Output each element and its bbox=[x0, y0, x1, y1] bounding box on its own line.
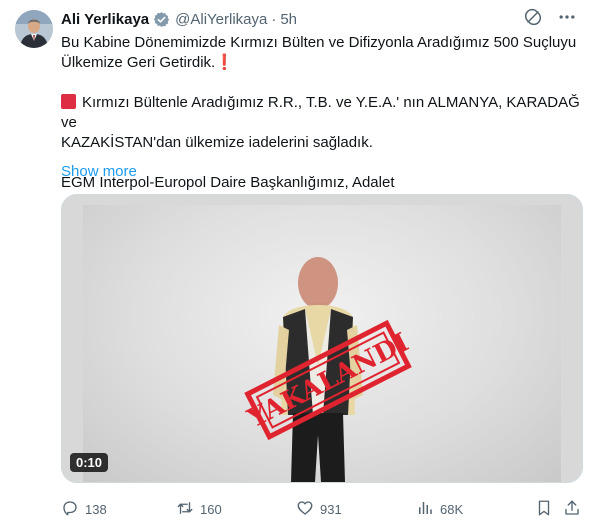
tweet-text: Bu Kabine Dönemimizde Kırmızı Bülten ve … bbox=[61, 33, 581, 193]
views-count: 68K bbox=[440, 502, 464, 517]
like-button[interactable]: 931 bbox=[296, 499, 342, 520]
action-bar: 138 160 931 68K bbox=[61, 499, 581, 519]
like-icon bbox=[296, 499, 314, 520]
author-name[interactable]: Ali Yerlikaya bbox=[61, 11, 149, 28]
avatar[interactable] bbox=[15, 10, 53, 48]
show-more-link[interactable]: Show more bbox=[61, 163, 137, 180]
views-icon bbox=[416, 499, 434, 520]
repost-count: 160 bbox=[200, 502, 222, 517]
video-frame: YAKALANDI bbox=[83, 205, 561, 482]
reply-count: 138 bbox=[85, 502, 107, 517]
share-icon bbox=[563, 499, 581, 520]
red-square-emoji-icon bbox=[61, 94, 76, 109]
tweet-text-para2: Kırmızı Bültenle Aradığımız R.R., T.B. v… bbox=[61, 94, 580, 151]
verified-badge-icon bbox=[153, 11, 170, 28]
video-thumbnail-image: YAKALANDI bbox=[242, 257, 414, 482]
bookmark-button[interactable] bbox=[535, 499, 553, 520]
video-player[interactable]: YAKALANDI 0:10 bbox=[61, 194, 583, 483]
author-handle[interactable]: @AliYerlikaya bbox=[175, 11, 267, 28]
repost-icon bbox=[176, 499, 194, 520]
grok-icon[interactable] bbox=[523, 7, 543, 31]
share-button[interactable] bbox=[563, 499, 581, 520]
like-count: 931 bbox=[320, 502, 342, 517]
more-icon[interactable] bbox=[557, 7, 577, 31]
repost-button[interactable]: 160 bbox=[176, 499, 222, 520]
tweet-text-line2: Ülkemize Geri Getirdik.❗ bbox=[61, 54, 234, 71]
reply-button[interactable]: 138 bbox=[61, 499, 107, 520]
separator-dot: · bbox=[271, 10, 277, 28]
tweet-text-line1: Bu Kabine Dönemimizde Kırmızı Bülten ve … bbox=[61, 34, 577, 51]
video-duration: 0:10 bbox=[70, 453, 109, 472]
reply-icon bbox=[61, 499, 79, 520]
bookmark-icon bbox=[535, 499, 553, 520]
views-button[interactable]: 68K bbox=[416, 499, 463, 520]
timestamp[interactable]: 5h bbox=[280, 11, 297, 28]
tweet-header: Ali Yerlikaya @AliYerlikaya · 5h bbox=[61, 9, 577, 29]
